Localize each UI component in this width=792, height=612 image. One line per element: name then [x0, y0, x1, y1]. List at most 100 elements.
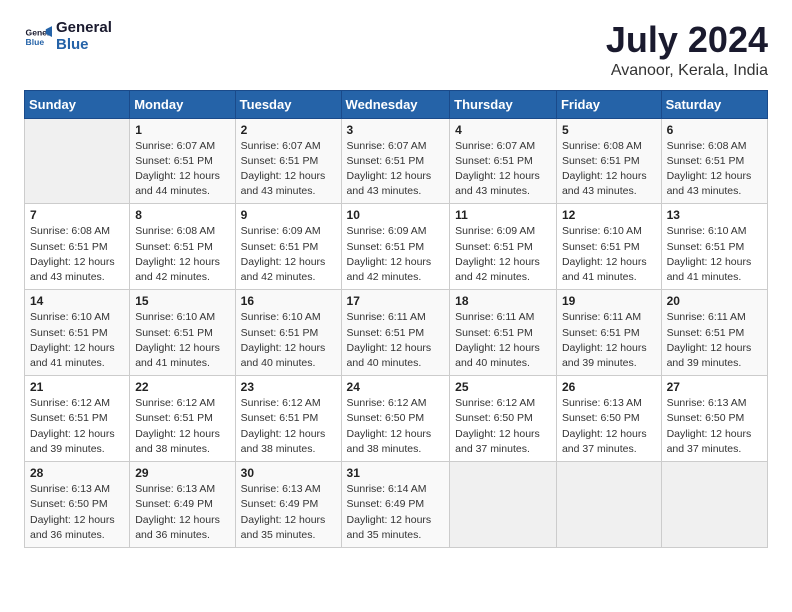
day-number: 7 — [30, 208, 124, 222]
day-info: Sunrise: 6:11 AMSunset: 6:51 PMDaylight:… — [455, 310, 551, 371]
day-info: Sunrise: 6:10 AMSunset: 6:51 PMDaylight:… — [667, 224, 762, 285]
calendar-cell: 7 Sunrise: 6:08 AMSunset: 6:51 PMDaylight… — [25, 204, 130, 290]
day-info: Sunrise: 6:09 AMSunset: 6:51 PMDaylight:… — [347, 224, 445, 285]
logo-icon: General Blue — [24, 23, 52, 51]
day-info: Sunrise: 6:13 AMSunset: 6:49 PMDaylight:… — [241, 482, 336, 543]
week-row-3: 14 Sunrise: 6:10 AMSunset: 6:51 PMDayligh… — [25, 290, 768, 376]
week-row-5: 28 Sunrise: 6:13 AMSunset: 6:50 PMDayligh… — [25, 462, 768, 548]
day-number: 16 — [241, 294, 336, 308]
day-info: Sunrise: 6:13 AMSunset: 6:50 PMDaylight:… — [30, 482, 124, 543]
day-number: 25 — [455, 380, 551, 394]
header-row: SundayMondayTuesdayWednesdayThursdayFrid… — [25, 90, 768, 118]
header-friday: Friday — [556, 90, 661, 118]
day-info: Sunrise: 6:13 AMSunset: 6:49 PMDaylight:… — [135, 482, 229, 543]
day-number: 12 — [562, 208, 656, 222]
day-number: 22 — [135, 380, 229, 394]
calendar-cell: 9 Sunrise: 6:09 AMSunset: 6:51 PMDaylight… — [235, 204, 341, 290]
calendar-cell: 13Sunrise: 6:10 AMSunset: 6:51 PMDayligh… — [661, 204, 767, 290]
header-thursday: Thursday — [450, 90, 557, 118]
day-info: Sunrise: 6:10 AMSunset: 6:51 PMDaylight:… — [241, 310, 336, 371]
day-number: 28 — [30, 466, 124, 480]
day-number: 1 — [135, 123, 229, 137]
location-subtitle: Avanoor, Kerala, India — [606, 62, 768, 80]
logo: General Blue General Blue — [24, 20, 112, 53]
day-info: Sunrise: 6:08 AMSunset: 6:51 PMDaylight:… — [562, 139, 656, 200]
calendar-cell: 30 Sunrise: 6:13 AMSunset: 6:49 PMDayligh… — [235, 462, 341, 548]
day-number: 24 — [347, 380, 445, 394]
day-info: Sunrise: 6:12 AMSunset: 6:50 PMDaylight:… — [347, 396, 445, 457]
day-info: Sunrise: 6:09 AMSunset: 6:51 PMDaylight:… — [455, 224, 551, 285]
day-number: 30 — [241, 466, 336, 480]
day-info: Sunrise: 6:12 AMSunset: 6:51 PMDaylight:… — [135, 396, 229, 457]
day-number: 2 — [241, 123, 336, 137]
day-number: 4 — [455, 123, 551, 137]
day-number: 26 — [562, 380, 656, 394]
day-number: 10 — [347, 208, 445, 222]
day-info: Sunrise: 6:08 AMSunset: 6:51 PMDaylight:… — [135, 224, 229, 285]
day-number: 27 — [667, 380, 762, 394]
week-row-2: 7 Sunrise: 6:08 AMSunset: 6:51 PMDaylight… — [25, 204, 768, 290]
calendar-cell: 1 Sunrise: 6:07 AMSunset: 6:51 PMDaylight… — [130, 118, 235, 204]
calendar-cell: 4 Sunrise: 6:07 AMSunset: 6:51 PMDaylight… — [450, 118, 557, 204]
calendar-cell — [661, 462, 767, 548]
calendar-cell: 15Sunrise: 6:10 AMSunset: 6:51 PMDayligh… — [130, 290, 235, 376]
day-info: Sunrise: 6:11 AMSunset: 6:51 PMDaylight:… — [562, 310, 656, 371]
month-title: July 2024 — [606, 20, 768, 60]
day-number: 15 — [135, 294, 229, 308]
calendar-cell: 17Sunrise: 6:11 AMSunset: 6:51 PMDayligh… — [341, 290, 450, 376]
calendar-cell: 6 Sunrise: 6:08 AMSunset: 6:51 PMDaylight… — [661, 118, 767, 204]
calendar-cell: 18 Sunrise: 6:11 AMSunset: 6:51 PMDayligh… — [450, 290, 557, 376]
calendar-body: 1 Sunrise: 6:07 AMSunset: 6:51 PMDaylight… — [25, 118, 768, 547]
day-number: 5 — [562, 123, 656, 137]
day-info: Sunrise: 6:08 AMSunset: 6:51 PMDaylight:… — [30, 224, 124, 285]
day-info: Sunrise: 6:14 AMSunset: 6:49 PMDaylight:… — [347, 482, 445, 543]
week-row-4: 21 Sunrise: 6:12 AMSunset: 6:51 PMDayligh… — [25, 376, 768, 462]
day-info: Sunrise: 6:08 AMSunset: 6:51 PMDaylight:… — [667, 139, 762, 200]
calendar-cell: 12Sunrise: 6:10 AMSunset: 6:51 PMDayligh… — [556, 204, 661, 290]
header-monday: Monday — [130, 90, 235, 118]
day-number: 18 — [455, 294, 551, 308]
logo-text-general: General — [56, 19, 112, 36]
day-number: 29 — [135, 466, 229, 480]
day-info: Sunrise: 6:12 AMSunset: 6:51 PMDaylight:… — [241, 396, 336, 457]
day-info: Sunrise: 6:11 AMSunset: 6:51 PMDaylight:… — [667, 310, 762, 371]
week-row-1: 1 Sunrise: 6:07 AMSunset: 6:51 PMDaylight… — [25, 118, 768, 204]
svg-text:Blue: Blue — [26, 36, 45, 46]
header-tuesday: Tuesday — [235, 90, 341, 118]
calendar-cell: 25Sunrise: 6:12 AMSunset: 6:50 PMDayligh… — [450, 376, 557, 462]
day-number: 31 — [347, 466, 445, 480]
calendar-header: SundayMondayTuesdayWednesdayThursdayFrid… — [25, 90, 768, 118]
day-info: Sunrise: 6:07 AMSunset: 6:51 PMDaylight:… — [455, 139, 551, 200]
calendar-cell: 2 Sunrise: 6:07 AMSunset: 6:51 PMDaylight… — [235, 118, 341, 204]
day-info: Sunrise: 6:07 AMSunset: 6:51 PMDaylight:… — [347, 139, 445, 200]
calendar-cell: 31 Sunrise: 6:14 AMSunset: 6:49 PMDayligh… — [341, 462, 450, 548]
page-header: General Blue General Blue July 2024 Avan… — [24, 20, 768, 80]
calendar-table: SundayMondayTuesdayWednesdayThursdayFrid… — [24, 90, 768, 548]
header-saturday: Saturday — [661, 90, 767, 118]
day-number: 6 — [667, 123, 762, 137]
day-number: 9 — [241, 208, 336, 222]
day-number: 17 — [347, 294, 445, 308]
calendar-cell — [25, 118, 130, 204]
calendar-cell: 3 Sunrise: 6:07 AMSunset: 6:51 PMDaylight… — [341, 118, 450, 204]
day-info: Sunrise: 6:07 AMSunset: 6:51 PMDaylight:… — [135, 139, 229, 200]
day-number: 14 — [30, 294, 124, 308]
day-info: Sunrise: 6:10 AMSunset: 6:51 PMDaylight:… — [30, 310, 124, 371]
day-info: Sunrise: 6:07 AMSunset: 6:51 PMDaylight:… — [241, 139, 336, 200]
day-number: 23 — [241, 380, 336, 394]
calendar-cell: 14 Sunrise: 6:10 AMSunset: 6:51 PMDayligh… — [25, 290, 130, 376]
calendar-cell: 24 Sunrise: 6:12 AMSunset: 6:50 PMDayligh… — [341, 376, 450, 462]
logo-text-blue: Blue — [56, 36, 89, 53]
day-number: 3 — [347, 123, 445, 137]
header-wednesday: Wednesday — [341, 90, 450, 118]
day-number: 19 — [562, 294, 656, 308]
day-number: 8 — [135, 208, 229, 222]
calendar-cell: 26Sunrise: 6:13 AMSunset: 6:50 PMDayligh… — [556, 376, 661, 462]
calendar-cell: 11Sunrise: 6:09 AMSunset: 6:51 PMDayligh… — [450, 204, 557, 290]
calendar-cell: 8 Sunrise: 6:08 AMSunset: 6:51 PMDaylight… — [130, 204, 235, 290]
day-info: Sunrise: 6:09 AMSunset: 6:51 PMDaylight:… — [241, 224, 336, 285]
day-info: Sunrise: 6:13 AMSunset: 6:50 PMDaylight:… — [667, 396, 762, 457]
day-number: 21 — [30, 380, 124, 394]
calendar-cell: 20Sunrise: 6:11 AMSunset: 6:51 PMDayligh… — [661, 290, 767, 376]
calendar-cell: 27 Sunrise: 6:13 AMSunset: 6:50 PMDayligh… — [661, 376, 767, 462]
